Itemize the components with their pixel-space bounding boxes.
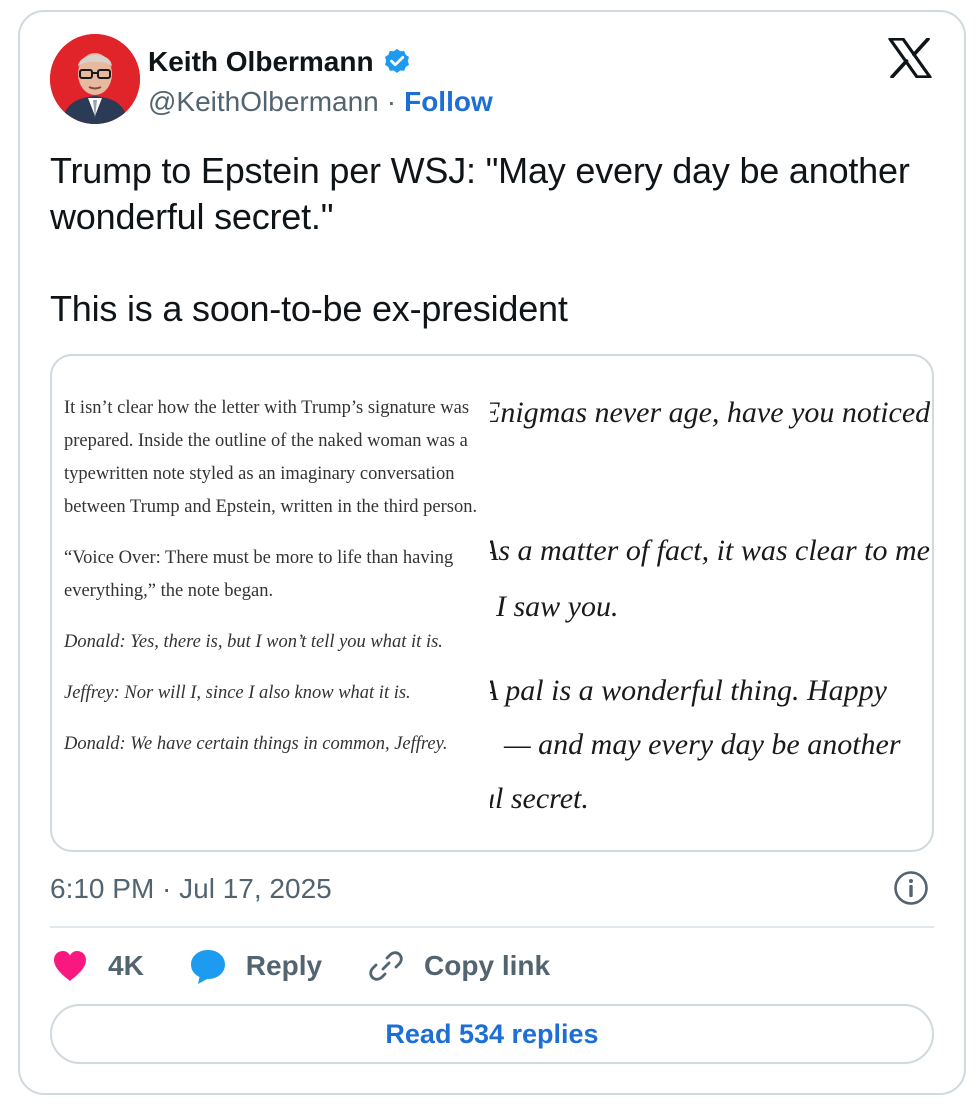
heart-icon [50,946,90,986]
x-logo-icon[interactable] [888,37,932,79]
read-replies-button[interactable]: Read 534 replies [50,1004,934,1064]
letter-line: A pal is a wonderful thing. Happy [490,674,887,707]
author-name[interactable]: Keith Olbermann [148,46,374,78]
tweet-text: Trump to Epstein per WSJ: "May every day… [50,148,910,332]
letter-line: As a matter of fact, it was clear to me [490,534,930,567]
action-bar: 4K Reply Copy link [50,944,594,988]
article-paragraph: Jeffrey: Nor will I, since I also know w… [64,683,411,703]
divider [50,926,934,928]
tweet-paragraph: This is a soon-to-be ex-president [50,288,568,329]
author-handle-row: @KeithOlbermann · Follow [148,84,493,120]
copy-link-label: Copy link [424,950,551,981]
avatar[interactable] [50,34,140,124]
article-paragraph: “Voice Over: There must be more to life … [64,548,454,601]
verified-badge-icon [382,47,412,77]
speech-bubble-icon [188,946,228,986]
info-icon[interactable] [893,870,929,906]
article-excerpt-left: It isn’t clear how the letter with Trump… [64,392,484,779]
author-name-row: Keith Olbermann [148,42,412,82]
letter-excerpt-right: Enigmas never age, have you noticed As a… [490,356,932,850]
reply-button[interactable]: Reply [188,946,322,986]
media-image[interactable]: It isn’t clear how the letter with Trump… [50,354,934,852]
author-handle[interactable]: @KeithOlbermann [148,86,379,118]
link-icon [366,946,406,986]
separator-dot: · [386,86,397,117]
article-paragraph: Donald: We have certain things in common… [64,734,448,754]
article-paragraph: Donald: Yes, there is, but I won’t tell … [64,632,443,652]
letter-line: I saw you. [496,590,619,623]
like-button[interactable]: 4K [50,946,144,986]
letter-line: Enigmas never age, have you noticed [490,396,931,429]
reply-label: Reply [245,950,323,981]
copy-link-button[interactable]: Copy link [366,946,550,986]
article-paragraph: It isn’t clear how the letter with Trump… [64,398,478,517]
letter-line: — and may every day be another [504,728,901,761]
follow-button[interactable]: Follow [404,86,493,118]
tweet-paragraph: Trump to Epstein per WSJ: "May every day… [50,150,910,237]
tweet-timestamp[interactable]: 6:10 PM · Jul 17, 2025 [50,870,332,908]
letter-line: ul secret. [490,782,589,815]
like-count: 4K [108,950,144,981]
